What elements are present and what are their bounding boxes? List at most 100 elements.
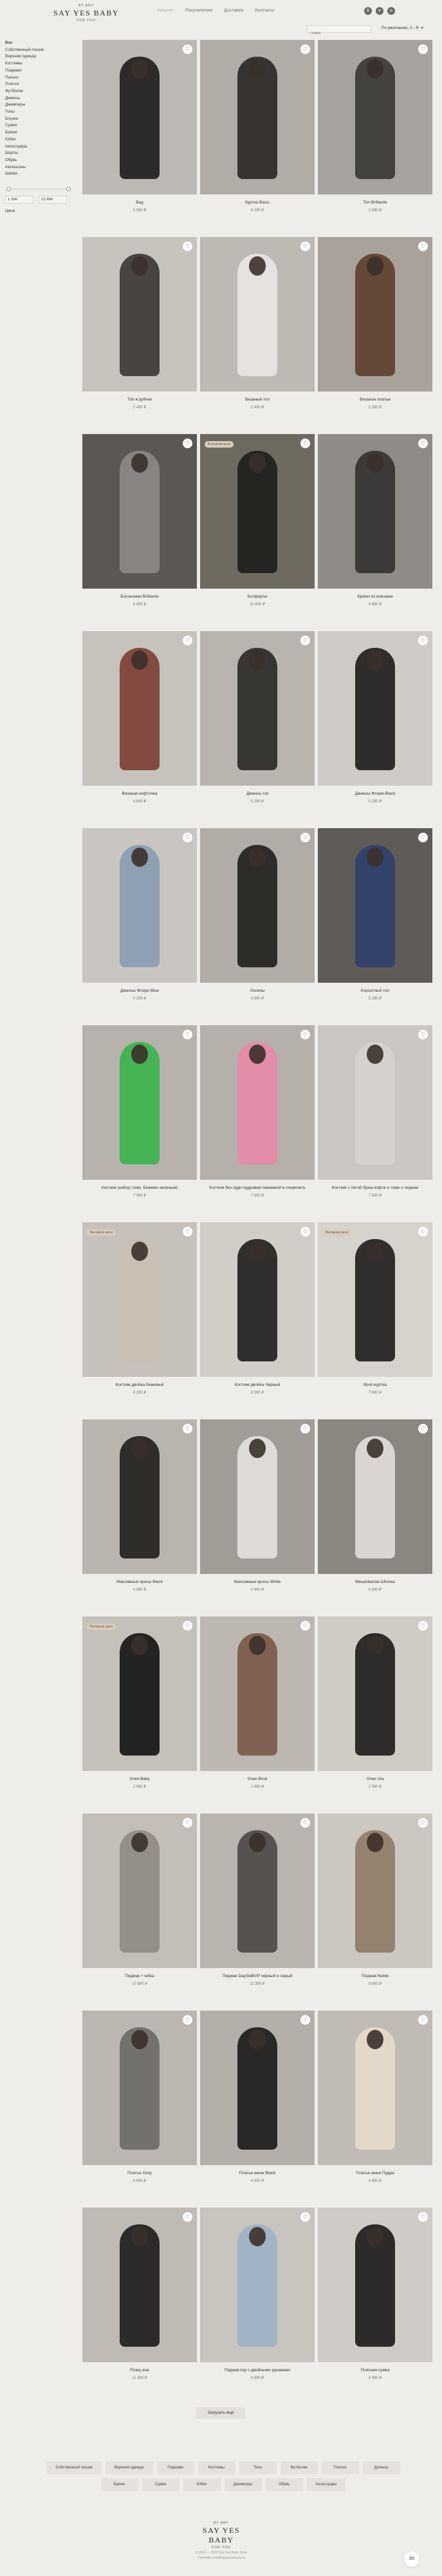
product-photo[interactable]: Выгодная цена ♡ xyxy=(82,1616,197,1771)
product-name[interactable]: Платье мини Black xyxy=(200,2171,315,2177)
product-name[interactable]: Куртка Basic xyxy=(200,200,315,206)
product-photo[interactable]: ♡ xyxy=(200,1419,315,1574)
price-max-input[interactable] xyxy=(39,196,67,204)
product-name[interactable]: Брюки из кожзама xyxy=(318,594,432,600)
product-name[interactable]: Вязаное платье xyxy=(318,397,432,403)
product-card[interactable]: ♡ Очки Ula 2 990 ₽ xyxy=(318,1616,432,1789)
heart-icon[interactable]: ♡ xyxy=(418,1030,428,1039)
heart-icon[interactable]: ♡ xyxy=(183,2212,192,2222)
heart-icon[interactable]: ♡ xyxy=(300,1424,310,1434)
sidebar-category-item[interactable]: Топы xyxy=(5,109,76,116)
footer-category-link[interactable]: Джемперы xyxy=(224,2478,262,2491)
product-photo[interactable]: ♡ xyxy=(82,2011,197,2165)
sort-select[interactable]: По умолчанию, А - Я ▾ xyxy=(382,26,423,30)
product-card[interactable]: ♡ Топ в рубчик 2 490 ₽ xyxy=(82,237,197,410)
sidebar-category-item[interactable]: Аксессуары xyxy=(5,144,76,151)
product-name[interactable]: Платье Grey xyxy=(82,2171,197,2177)
sidebar-category-item[interactable]: Собственный пошив xyxy=(5,47,76,54)
product-card[interactable]: Выгодная цена ♡ Ботфорты 10 890 ₽ xyxy=(200,434,315,607)
product-name[interactable]: Пиджак Noble xyxy=(318,1974,432,1980)
sidebar-category-item[interactable]: Шапки xyxy=(5,171,76,178)
sidebar-category-item[interactable]: Платья xyxy=(5,81,76,88)
footer-category-link[interactable]: Аксессуары xyxy=(306,2478,346,2491)
product-photo[interactable]: ♡ xyxy=(82,1025,197,1180)
heart-icon[interactable]: ♡ xyxy=(418,636,428,645)
heart-icon[interactable]: ♡ xyxy=(183,2015,192,2025)
product-name[interactable]: Джинсы cut xyxy=(200,791,315,797)
product-name[interactable]: Платье мини Пудра xyxy=(318,2171,432,2177)
product-card[interactable]: ♡ Очки Brod 2 990 ₽ xyxy=(200,1616,315,1789)
product-photo[interactable]: ♡ xyxy=(82,1419,197,1574)
footer-category-link[interactable]: Сумки xyxy=(142,2478,180,2491)
product-card[interactable]: ♡ Костюм без худи пудровая пажамкой в сно… xyxy=(200,1025,315,1198)
product-photo[interactable]: ♡ xyxy=(82,237,197,392)
heart-icon[interactable]: ♡ xyxy=(183,833,192,842)
product-name[interactable]: Топ в рубчик xyxy=(82,397,197,403)
product-photo[interactable]: ♡ xyxy=(200,1814,315,1968)
product-card[interactable]: Выгодная цена ♡ Костюм двойка Бежевый 8 390… xyxy=(82,1222,197,1395)
heart-icon[interactable]: ♡ xyxy=(183,1621,192,1631)
nav-item-contacts[interactable]: Контакты xyxy=(255,8,274,13)
heart-icon[interactable]: ♡ xyxy=(418,1818,428,1828)
heart-icon[interactable]: ♡ xyxy=(418,44,428,54)
heart-icon[interactable]: ♡ xyxy=(183,1227,192,1236)
price-min-input[interactable] xyxy=(5,196,33,204)
product-name[interactable]: Босоножки Brilliante xyxy=(82,594,197,600)
product-photo[interactable]: ♡ xyxy=(200,2011,315,2165)
product-photo[interactable]: ♡ xyxy=(318,1814,432,1968)
product-card[interactable]: Выгодная цена ♡ Кроп-куртка 7 690 ₽ xyxy=(318,1222,432,1395)
product-name[interactable]: Джинсы Флэри-Black xyxy=(318,791,432,797)
product-photo[interactable]: ♡ xyxy=(318,40,432,194)
product-card[interactable]: ♡ Джинсы Флэри-Blue 5 290 ₽ xyxy=(82,828,197,1001)
chat-icon[interactable]: ✉ xyxy=(404,2552,419,2567)
product-card[interactable]: ♡ Поясная сумка 4 990 ₽ xyxy=(318,2208,432,2380)
sidebar-category-item[interactable]: Джемперы xyxy=(5,102,76,109)
product-card[interactable]: ♡ Брюки из кожзама 4 890 ₽ xyxy=(318,434,432,607)
product-photo[interactable]: ♡ xyxy=(200,631,315,786)
footer-category-link[interactable]: Верхняя одежда xyxy=(105,2461,153,2474)
product-card[interactable]: ♡ Пиджак Noble 9 890 ₽ xyxy=(318,1814,432,1986)
vk-icon[interactable]: В xyxy=(364,7,372,15)
product-card[interactable]: ♡ Массивные кросы White 4 990 ₽ xyxy=(200,1419,315,1592)
product-name[interactable]: Костюм (набор тоже, Бежево-зеленым) xyxy=(82,1186,197,1191)
product-name[interactable]: Bag xyxy=(82,200,197,206)
product-photo[interactable]: ♡ xyxy=(82,1814,197,1968)
product-name[interactable]: Поясная сумка xyxy=(318,2368,432,2374)
product-name[interactable]: Вязаный топ xyxy=(200,397,315,403)
heart-icon[interactable]: ♡ xyxy=(300,1818,310,1828)
heart-icon[interactable]: ♡ xyxy=(300,2015,310,2025)
product-name[interactable]: Ботфорты xyxy=(200,594,315,600)
product-name[interactable]: Джинсы Флэри-Blue xyxy=(82,989,197,994)
product-name[interactable]: Костюм с пятой брюк.кофта и тоже о пиджа… xyxy=(318,1186,432,1191)
product-name[interactable]: Плащ кож xyxy=(82,2368,197,2374)
privacy-link[interactable]: Политика конфиденциальности xyxy=(157,2555,286,2561)
sidebar-category-item[interactable]: Пальто xyxy=(5,75,76,82)
footer-category-link[interactable]: Футболки xyxy=(280,2461,318,2474)
product-card[interactable]: ♡ Джинсы cut 5 290 ₽ xyxy=(200,631,315,804)
sidebar-category-item[interactable]: Футболки xyxy=(5,88,76,95)
product-name[interactable]: Массивные кросы White xyxy=(200,1580,315,1586)
price-range-handle-max[interactable] xyxy=(66,187,71,192)
product-name[interactable]: Костюм без худи пудровая пажамкой в снор… xyxy=(200,1186,315,1191)
sidebar-category-item[interactable]: Сумки xyxy=(5,122,76,129)
product-card[interactable]: ♡ Плащ кож 11 390 ₽ xyxy=(82,2208,197,2380)
product-name[interactable]: Пиджак-top с двойными рукавами xyxy=(200,2368,315,2374)
product-card[interactable]: ♡ Джинсы Флэри-Black 5 290 ₽ xyxy=(318,631,432,804)
heart-icon[interactable]: ♡ xyxy=(183,1424,192,1434)
product-card[interactable]: ♡ Bag 5 890 ₽ xyxy=(82,40,197,213)
product-name[interactable]: Костюм двойка Бежевый xyxy=(82,1383,197,1388)
nav-item-delivery[interactable]: Доставка xyxy=(224,8,243,13)
product-photo[interactable]: ♡ xyxy=(82,40,197,194)
product-photo[interactable]: ♡ xyxy=(318,1419,432,1574)
product-name[interactable]: Мешковатая юбочка xyxy=(318,1580,432,1586)
heart-icon[interactable]: ♡ xyxy=(300,833,310,842)
heart-icon[interactable]: ♡ xyxy=(300,1621,310,1631)
product-name[interactable]: Кроп-куртка xyxy=(318,1383,432,1388)
product-card[interactable]: ♡ Массивные кросы Black 4 990 ₽ xyxy=(82,1419,197,1592)
product-card[interactable]: ♡ Топ Brilliante 2 890 ₽ xyxy=(318,40,432,213)
sidebar-category-item[interactable]: Брюки xyxy=(5,129,76,137)
product-card[interactable]: ♡ Пиджак + юбка 10 890 ₽ xyxy=(82,1814,197,1986)
sidebar-category-item[interactable]: Все xyxy=(5,40,76,47)
product-photo[interactable]: ♡ xyxy=(200,2208,315,2362)
sidebar-category-item[interactable]: Верхняя одежда xyxy=(5,53,76,61)
